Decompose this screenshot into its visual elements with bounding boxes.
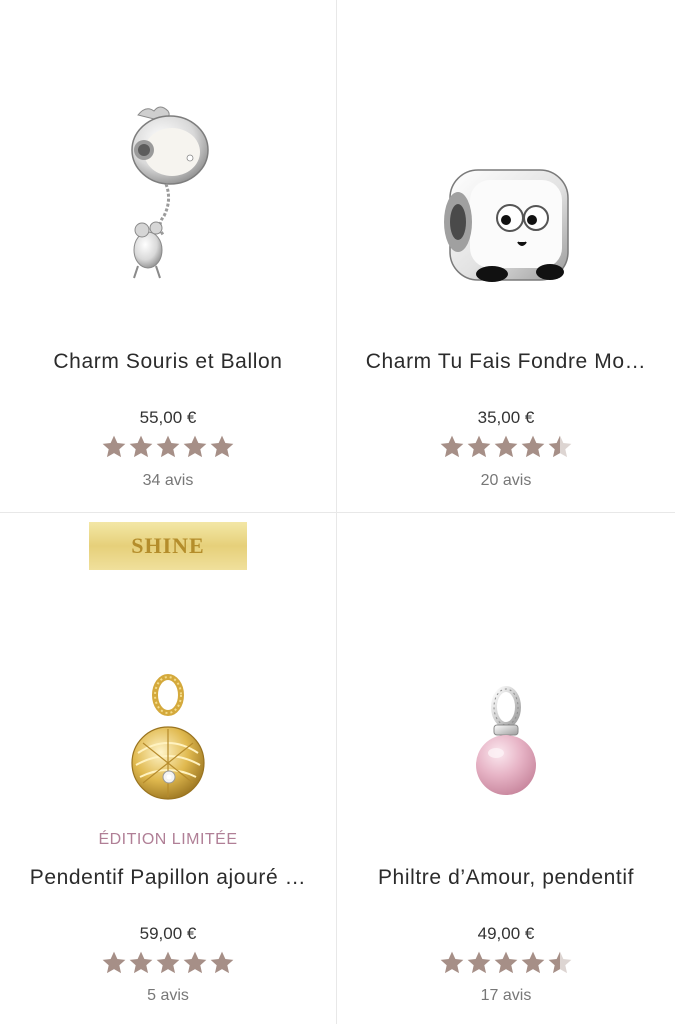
star-full-icon [183,951,207,974]
product-card-1[interactable]: Charm Souris et Ballon 55,00 € 34 avis [0,0,336,512]
limited-edition-label: ÉDITION LIMITÉE [98,831,238,848]
product-image[interactable] [0,80,336,300]
product-image[interactable] [0,668,336,818]
shine-badge: SHINE [89,522,247,570]
star-half-icon [548,951,572,974]
product-name[interactable]: Philtre d’Amour, pendentif [347,866,665,890]
star-full-icon [440,951,464,974]
butterfly-pendant-icon [131,674,205,800]
product-card-2[interactable]: Charm Tu Fais Fondre Mo… 35,00 € 20 avis [337,0,675,512]
product-name[interactable]: Pendentif Papillon ajouré … [10,866,326,890]
product-name[interactable]: Charm Tu Fais Fondre Mo… [347,350,665,374]
star-full-icon [467,951,491,974]
review-count[interactable]: 20 avis [337,472,675,490]
mouse-balloon-charm-icon [131,106,209,279]
rating-stars [337,950,675,976]
product-price: 55,00 € [139,408,197,427]
review-count[interactable]: 34 avis [0,472,336,490]
star-full-icon [494,951,518,974]
star-full-icon [210,951,234,974]
pink-potion-pendant-icon [476,686,536,795]
rating-stars [337,434,675,460]
star-full-icon [494,435,518,458]
star-full-icon [102,435,126,458]
star-full-icon [102,951,126,974]
product-card-4[interactable]: Philtre d’Amour, pendentif 49,00 € 17 av… [337,513,675,1024]
product-card-3[interactable]: SHINE ÉDITION LIMITÉE Pendentif Papillon… [0,513,336,1024]
product-price: 49,00 € [477,924,535,943]
product-image[interactable] [337,150,675,300]
star-full-icon [521,435,545,458]
star-full-icon [129,951,153,974]
review-count[interactable]: 17 avis [337,987,675,1005]
rating-stars [0,434,336,460]
star-full-icon [210,435,234,458]
product-name[interactable]: Charm Souris et Ballon [10,350,326,374]
star-full-icon [156,435,180,458]
product-image[interactable] [337,678,675,818]
product-price: 59,00 € [139,924,197,943]
product-grid: Charm Souris et Ballon 55,00 € 34 avis C… [0,0,675,1024]
star-full-icon [521,951,545,974]
star-full-icon [183,435,207,458]
product-price: 35,00 € [477,408,535,427]
star-full-icon [156,951,180,974]
star-full-icon [129,435,153,458]
cube-face-charm-icon [444,169,569,282]
star-full-icon [467,435,491,458]
star-full-icon [440,435,464,458]
star-half-icon [548,435,572,458]
rating-stars [0,950,336,976]
review-count[interactable]: 5 avis [0,987,336,1005]
